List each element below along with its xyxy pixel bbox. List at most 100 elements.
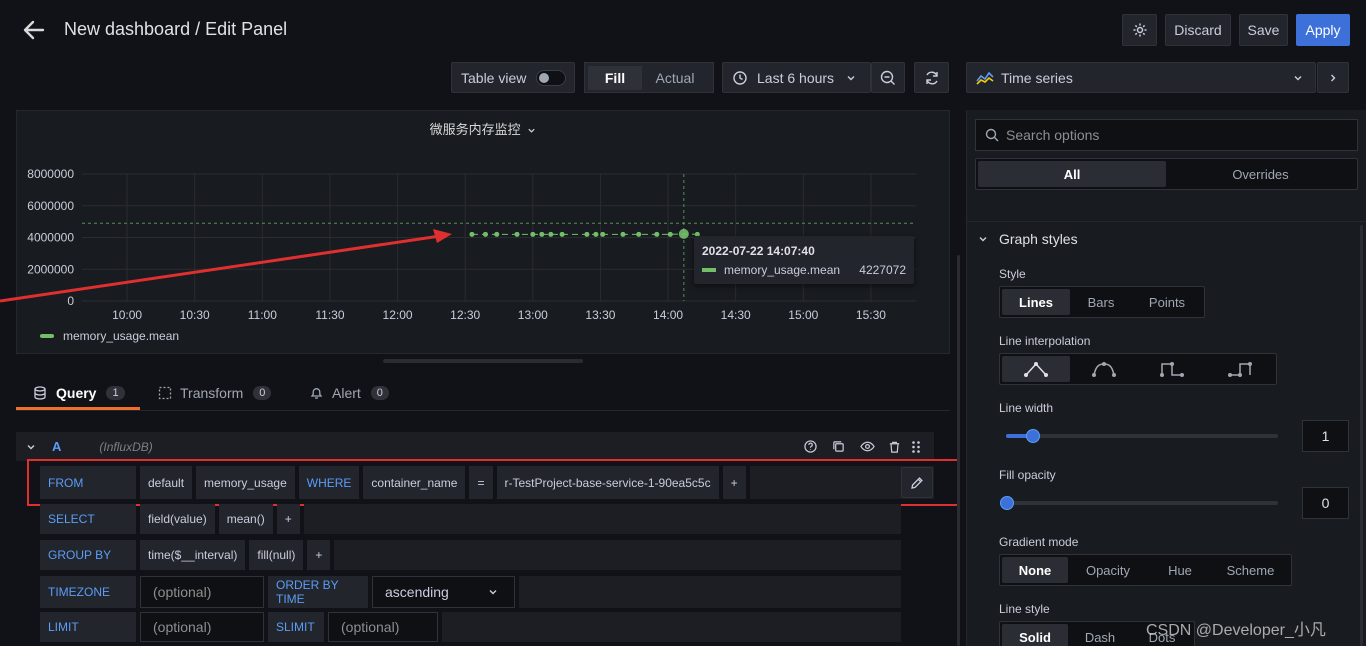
fill-button[interactable]: Fill xyxy=(588,65,642,90)
tab-transform-count: 0 xyxy=(253,386,272,400)
tab-alert-label: Alert xyxy=(332,385,361,401)
limit-row-filler xyxy=(442,612,901,642)
help-icon[interactable] xyxy=(804,440,817,453)
toggle-switch[interactable] xyxy=(536,69,567,86)
order-by-keyword: ORDER BY TIME xyxy=(268,576,368,608)
add-select-button[interactable]: + xyxy=(276,504,300,534)
tab-query-label: Query xyxy=(56,384,97,401)
line-style-solid[interactable]: Solid xyxy=(1002,624,1068,646)
line-style-dash[interactable]: Dash xyxy=(1068,624,1132,646)
tab-transform[interactable]: Transform 0 xyxy=(158,378,272,408)
settings-button[interactable] xyxy=(1122,14,1157,46)
slimit-keyword: SLIMIT xyxy=(268,612,324,642)
chevron-down-icon[interactable] xyxy=(26,442,36,452)
panel-title[interactable]: 微服务内存监控 xyxy=(17,119,949,138)
interp-step-after-icon[interactable] xyxy=(1206,356,1274,382)
data-point xyxy=(654,231,660,237)
copy-icon[interactable] xyxy=(832,440,845,453)
x-tick-label: 10:30 xyxy=(180,308,210,322)
options-divider xyxy=(967,221,1366,222)
select-function[interactable]: mean() xyxy=(218,504,273,534)
interp-step-before-icon[interactable] xyxy=(1138,356,1206,382)
query-datasource: (InfluxDB) xyxy=(99,439,153,454)
table-view-label: Table view xyxy=(461,69,527,86)
tab-query[interactable]: Query 1 xyxy=(16,378,140,410)
limit-input[interactable]: (optional) xyxy=(140,612,264,642)
chevron-down-icon xyxy=(1293,73,1303,83)
search-options-input[interactable]: Search options xyxy=(975,119,1358,151)
editor-scrollbar[interactable] xyxy=(957,255,960,646)
select-row-filler xyxy=(303,504,901,534)
x-tick-label: 11:00 xyxy=(248,308,277,322)
slimit-input[interactable]: (optional) xyxy=(328,612,438,642)
pane-resize-handle[interactable] xyxy=(383,359,583,363)
tab-alert[interactable]: Alert 0 xyxy=(310,378,389,408)
query-row-header[interactable]: A (InfluxDB) xyxy=(16,432,934,461)
watermark: CSDN @Developer_小凡 xyxy=(1146,622,1326,639)
apply-button[interactable]: Apply xyxy=(1296,14,1350,46)
select-field[interactable]: field(value) xyxy=(140,504,215,534)
gradient-none[interactable]: None xyxy=(1002,557,1068,583)
line-style-label: Line style xyxy=(999,602,1050,616)
zoom-out-button[interactable] xyxy=(871,62,905,93)
interp-smooth-icon[interactable] xyxy=(1070,356,1138,382)
chevron-down-icon xyxy=(488,587,498,597)
bell-icon xyxy=(310,386,323,400)
fill-opacity-slider-handle[interactable] xyxy=(1000,496,1014,510)
group-by-fill[interactable]: fill(null) xyxy=(249,540,304,570)
table-view-toggle[interactable]: Table view xyxy=(451,62,575,93)
x-tick-label: 14:00 xyxy=(653,308,683,322)
data-point xyxy=(514,231,520,237)
data-point xyxy=(482,231,488,237)
eye-icon[interactable] xyxy=(860,440,875,453)
actual-button[interactable]: Actual xyxy=(642,66,708,90)
data-point xyxy=(584,231,590,237)
drag-handle-icon[interactable] xyxy=(911,440,921,454)
order-by-select[interactable]: ascending xyxy=(372,576,515,608)
group-by-time[interactable]: time($__interval) xyxy=(140,540,246,570)
save-button[interactable]: Save xyxy=(1239,14,1288,46)
legend-label: memory_usage.mean xyxy=(63,329,180,343)
group-by-keyword: GROUP BY xyxy=(40,540,136,570)
trash-icon[interactable] xyxy=(888,440,901,454)
graph-styles-header[interactable]: Graph styles xyxy=(978,231,1078,247)
group-by-row-filler xyxy=(334,540,901,570)
database-icon xyxy=(34,385,46,400)
back-arrow-icon[interactable] xyxy=(22,18,46,42)
fill-opacity-slider-track[interactable] xyxy=(1000,496,1278,510)
gradient-hue[interactable]: Hue xyxy=(1148,557,1212,583)
options-scrollbar[interactable] xyxy=(1360,225,1363,646)
zoom-out-icon xyxy=(880,70,896,86)
style-points[interactable]: Points xyxy=(1132,289,1202,315)
refresh-icon xyxy=(924,70,940,86)
data-point xyxy=(559,231,565,237)
visualization-label: Time series xyxy=(1001,69,1073,86)
time-range-picker[interactable]: Last 6 hours xyxy=(722,62,871,93)
line-width-slider-handle[interactable] xyxy=(1026,429,1040,443)
panel-legend[interactable]: memory_usage.mean xyxy=(40,329,179,343)
collapse-options-button[interactable] xyxy=(1317,62,1349,93)
discard-button[interactable]: Discard xyxy=(1165,14,1231,46)
legend-color-swatch xyxy=(40,334,54,338)
chevron-down-icon xyxy=(978,234,988,244)
annotation-arrow xyxy=(0,229,452,303)
visualization-picker[interactable]: Time series xyxy=(966,62,1316,93)
query-ref-id: A xyxy=(52,439,62,454)
style-lines[interactable]: Lines xyxy=(1002,289,1070,315)
interp-linear-icon[interactable] xyxy=(1002,356,1070,382)
tab-overrides[interactable]: Overrides xyxy=(1166,161,1355,187)
tooltip-swatch xyxy=(702,268,716,272)
line-width-slider-track[interactable] xyxy=(1006,429,1278,443)
gradient-opacity[interactable]: Opacity xyxy=(1068,557,1148,583)
time-range-label: Last 6 hours xyxy=(757,69,835,86)
line-width-input[interactable]: 1 xyxy=(1302,420,1349,452)
chevron-down-icon xyxy=(527,126,536,135)
gradient-scheme[interactable]: Scheme xyxy=(1212,557,1289,583)
timezone-input[interactable]: (optional) xyxy=(140,576,264,608)
tab-all[interactable]: All xyxy=(978,161,1166,187)
style-bars[interactable]: Bars xyxy=(1070,289,1132,315)
fill-opacity-input[interactable]: 0 xyxy=(1302,487,1349,519)
add-group-by-button[interactable]: + xyxy=(307,540,331,570)
refresh-button[interactable] xyxy=(914,62,949,93)
data-point xyxy=(593,231,599,237)
